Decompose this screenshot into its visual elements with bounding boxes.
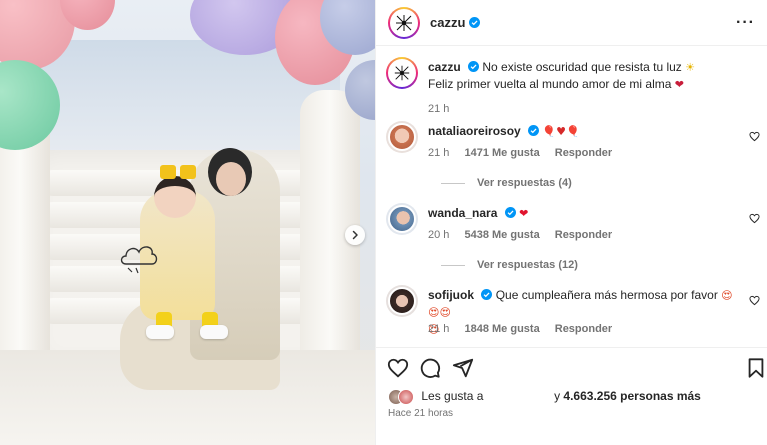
post-header: cazzu ···	[376, 0, 767, 46]
hair-bow-right	[180, 165, 196, 179]
spider-logo-icon	[396, 14, 412, 31]
comment-like-count[interactable]: 1848 Me gusta	[464, 323, 539, 335]
commenter-avatar[interactable]	[386, 285, 418, 317]
comment-meta: 21 h 1848 Me gusta Responder	[428, 323, 624, 335]
caption-line-1: No existe oscuridad que resista tu luz	[482, 60, 682, 74]
caption-avatar[interactable]	[386, 57, 418, 89]
next-image-button[interactable]	[345, 225, 365, 245]
view-replies-label: Ver respuestas (4)	[477, 177, 572, 189]
comment-bubble-icon[interactable]	[419, 357, 441, 379]
post-action-bar	[376, 347, 767, 387]
sun-emoji-icon: ☀	[685, 61, 696, 74]
comment-text: nataliaoreirosoy 🎈♥🎈	[428, 123, 743, 140]
post-details-panel: cazzu ··· cazzu No existe oscuridad que …	[375, 0, 767, 445]
like-heart-icon[interactable]	[387, 357, 409, 379]
verified-badge-icon	[528, 125, 540, 136]
likes-count[interactable]: 4.663.256 personas más	[563, 389, 700, 403]
person-face	[216, 162, 246, 196]
comment-meta: 21 h 1471 Me gusta Responder	[428, 147, 624, 159]
baby-shoe-right	[200, 325, 228, 339]
commenter-avatar[interactable]	[386, 203, 418, 235]
post-caption: cazzu No existe oscuridad que resista tu…	[386, 57, 764, 117]
comment-time: 21 h	[428, 323, 450, 335]
view-replies-button[interactable]: Ver respuestas (12)	[441, 259, 578, 271]
comments-list: cazzu No existe oscuridad que resista tu…	[376, 47, 767, 347]
share-paper-plane-icon[interactable]	[452, 357, 474, 379]
reply-button[interactable]: Responder	[555, 323, 612, 335]
verified-badge-icon	[468, 61, 480, 72]
comment-username[interactable]: wanda_nara	[428, 206, 497, 220]
comment-item: sofijuok Que cumpleañera más hermosa por…	[386, 285, 764, 345]
caption-text: cazzu No existe oscuridad que resista tu…	[428, 59, 743, 93]
view-replies-label: Ver respuestas (12)	[477, 259, 578, 271]
comment-time: 20 h	[428, 229, 450, 241]
comment-like-count[interactable]: 1471 Me gusta	[464, 147, 539, 159]
comment-text: wanda_nara ❤	[428, 205, 743, 222]
reply-button[interactable]: Responder	[555, 147, 612, 159]
hair-bow-left	[160, 165, 176, 179]
likes-summary: Les gusta a y 4.663.256 personas más	[388, 389, 701, 405]
save-bookmark-icon[interactable]	[745, 357, 767, 379]
comment-like-count[interactable]: 5438 Me gusta	[464, 229, 539, 241]
comment-meta: 20 h 5438 Me gusta Responder	[428, 229, 624, 241]
verified-badge-icon	[469, 17, 481, 28]
view-replies-button[interactable]: Ver respuestas (4)	[441, 177, 572, 189]
post-media-image[interactable]	[0, 0, 375, 445]
red-heart-emoji: ❤	[519, 207, 529, 220]
comment-item: nataliaoreirosoy 🎈♥🎈 21 h 1471 Me gusta …	[386, 121, 764, 191]
likes-and: y	[554, 389, 561, 404]
baby-head	[154, 176, 196, 218]
likes-prefix: Les gusta a	[421, 389, 484, 404]
comment-time: 21 h	[428, 147, 450, 159]
heart-emoji-icon: ❤	[674, 78, 684, 91]
comment-item: wanda_nara ❤ 20 h 5438 Me gusta Responde…	[386, 203, 764, 273]
caption-meta: 21 h	[428, 103, 461, 115]
more-options-icon[interactable]: ···	[736, 14, 755, 32]
comment-username[interactable]: sofijuok	[428, 288, 474, 302]
caption-time: 21 h	[428, 103, 450, 115]
author-avatar[interactable]	[388, 6, 420, 39]
spider-logo-icon	[394, 65, 410, 81]
like-comment-icon[interactable]	[749, 131, 760, 142]
chevron-right-icon	[352, 230, 358, 240]
caption-username[interactable]: cazzu	[428, 60, 461, 74]
verified-badge-icon	[504, 207, 516, 218]
like-comment-icon[interactable]	[749, 213, 760, 224]
baby-shoe-left	[146, 325, 174, 339]
commenter-avatar[interactable]	[386, 121, 418, 153]
reply-button[interactable]: Responder	[555, 229, 612, 241]
comment-body: Que cumpleañera más hermosa por favor	[495, 288, 718, 302]
post-timestamp: Hace 21 horas	[388, 408, 454, 419]
caption-line-2: Feliz primer vuelta al mundo amor de mi …	[428, 77, 672, 91]
liker-avatar	[398, 389, 414, 405]
like-comment-icon[interactable]	[749, 295, 760, 306]
comment-username[interactable]: nataliaoreirosoy	[428, 124, 521, 138]
cloud-doodle-icon	[120, 246, 158, 274]
author-username[interactable]: cazzu	[430, 15, 465, 30]
balloon-heart-emoji: 🎈♥🎈	[542, 125, 580, 138]
verified-badge-icon	[481, 289, 493, 300]
